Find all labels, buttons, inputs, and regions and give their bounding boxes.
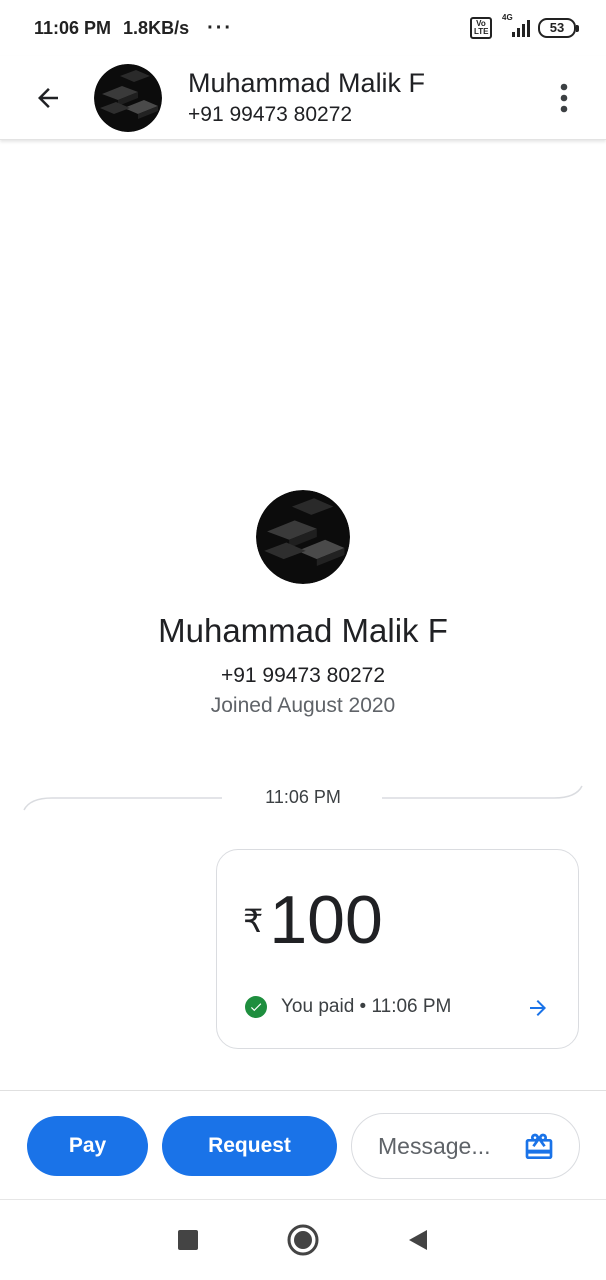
divider-time-label: 11:06 PM	[265, 787, 341, 807]
network-type-label: 4G	[502, 13, 513, 22]
payment-amount: 100	[269, 882, 383, 958]
battery-icon: 53	[538, 18, 579, 38]
status-more-dots: ···	[207, 16, 234, 39]
contact-avatar[interactable]	[94, 63, 162, 132]
signal-icon: 4G	[500, 13, 530, 37]
gift-icon[interactable]	[523, 1131, 555, 1168]
nav-back-icon	[409, 1230, 428, 1250]
back-button[interactable]	[18, 68, 78, 128]
arrow-right-icon	[530, 1000, 546, 1016]
status-time: 11:06 PM	[34, 17, 112, 38]
message-input[interactable]: Message...	[351, 1113, 580, 1179]
system-nav-bar	[0, 1200, 606, 1280]
nav-back-button[interactable]	[393, 1215, 443, 1265]
bottom-action-bar: Pay Request Message...	[0, 1090, 606, 1200]
header-contact-phone: +91 99473 80272	[188, 102, 353, 126]
app-bar: Muhammad Malik F +91 99473 80272	[0, 56, 606, 140]
pay-button[interactable]: Pay	[27, 1116, 148, 1176]
nav-home-icon	[287, 1224, 319, 1256]
profile-phone: +91 99473 80272	[220, 664, 386, 687]
status-bar: 11:06 PM 1.8KB/s ··· Vo LTE 4G 53	[0, 0, 606, 56]
status-network-speed: 1.8KB/s	[123, 17, 190, 38]
payment-status-text: You paid • 11:06 PM	[281, 996, 452, 1017]
back-arrow-icon	[38, 87, 58, 108]
profile-avatar	[256, 490, 350, 584]
payment-details-arrow[interactable]	[526, 996, 550, 1025]
more-options-button[interactable]	[544, 68, 584, 128]
nav-home-button[interactable]	[278, 1215, 328, 1265]
nav-recents-button[interactable]	[163, 1215, 213, 1265]
payment-status: You paid • 11:06 PM	[245, 996, 451, 1018]
more-vert-icon	[560, 83, 568, 112]
header-contact-name: Muhammad Malik F	[188, 67, 426, 98]
message-placeholder: Message...	[378, 1132, 491, 1159]
contact-profile: Muhammad Malik F +91 99473 80272 Joined …	[0, 490, 606, 718]
volte-icon: Vo LTE	[470, 17, 492, 39]
time-divider: 11:06 PM	[22, 770, 584, 820]
profile-joined-date: Joined August 2020	[210, 694, 396, 717]
request-button[interactable]: Request	[162, 1116, 337, 1176]
currency-symbol: ₹	[243, 903, 264, 939]
profile-name: Muhammad Malik F	[158, 612, 448, 649]
payment-bubble[interactable]: ₹ 100 You paid • 11:06 PM	[216, 849, 579, 1049]
nav-recents-icon	[177, 1230, 198, 1250]
check-circle-icon	[245, 996, 267, 1018]
